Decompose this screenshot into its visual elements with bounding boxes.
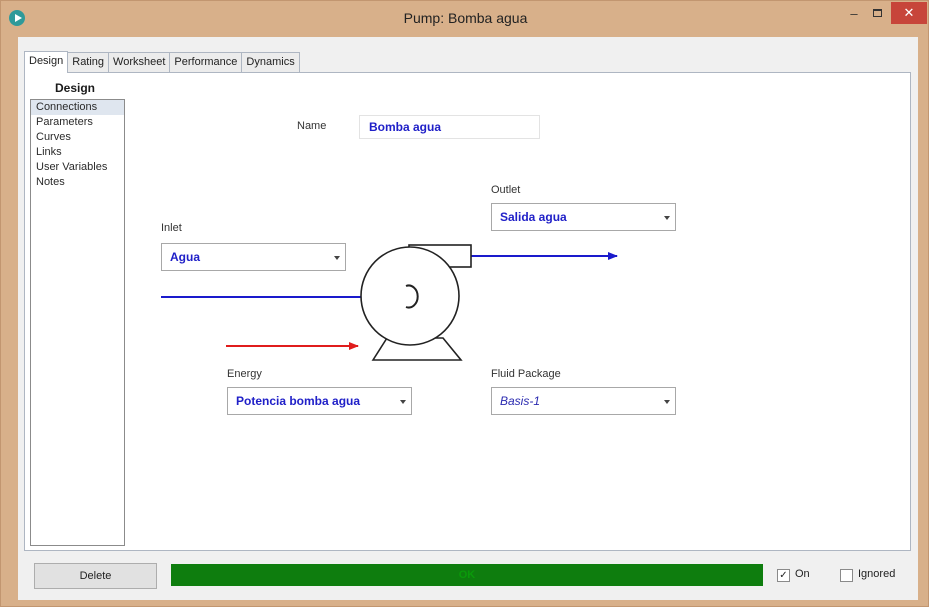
- fluid-package-label: Fluid Package: [491, 368, 561, 380]
- window-title: Pump: Bomba agua: [403, 10, 528, 26]
- on-checkbox[interactable]: ✓: [777, 569, 790, 582]
- energy-dropdown[interactable]: Potencia bomba agua: [227, 387, 412, 415]
- dropdown-arrow-icon[interactable]: [664, 400, 670, 404]
- energy-label: Energy: [227, 368, 262, 380]
- energy-value: Potencia bomba agua: [236, 394, 361, 408]
- fluid-package-dropdown[interactable]: Basis-1: [491, 387, 676, 415]
- status-bar: OK: [171, 564, 763, 586]
- tab-strip: Design Rating Worksheet Performance Dyna…: [24, 51, 300, 73]
- close-icon[interactable]: ✕: [891, 2, 927, 24]
- pump-icon[interactable]: [360, 244, 472, 361]
- tab-performance[interactable]: Performance: [169, 52, 243, 73]
- tab-design[interactable]: Design: [24, 51, 69, 73]
- dialog-client: Design Rating Worksheet Performance Dyna…: [18, 37, 918, 600]
- tab-worksheet[interactable]: Worksheet: [108, 52, 171, 73]
- bottom-bar: Delete OK ✓ On Ignored: [18, 556, 918, 596]
- ignored-label: Ignored: [858, 568, 896, 580]
- tab-rating[interactable]: Rating: [67, 52, 110, 73]
- tab-dynamics[interactable]: Dynamics: [241, 52, 300, 73]
- checkbox-icon: ✓: [779, 570, 788, 581]
- ignored-checkbox[interactable]: [840, 569, 853, 582]
- pump-window: Pump: Bomba agua – ✕ Design Rating Works…: [0, 0, 929, 607]
- fluid-package-value: Basis-1: [500, 394, 541, 408]
- delete-button[interactable]: Delete: [34, 563, 157, 589]
- pump-diagram: [161, 244, 618, 361]
- maximize-icon[interactable]: [867, 2, 887, 24]
- design-panel: Design Connections Parameters Curves Lin…: [24, 72, 911, 551]
- dropdown-arrow-icon[interactable]: [400, 400, 406, 404]
- on-label: On: [795, 568, 810, 580]
- minimize-icon[interactable]: –: [844, 2, 864, 24]
- title-bar[interactable]: Pump: Bomba agua – ✕: [1, 1, 929, 37]
